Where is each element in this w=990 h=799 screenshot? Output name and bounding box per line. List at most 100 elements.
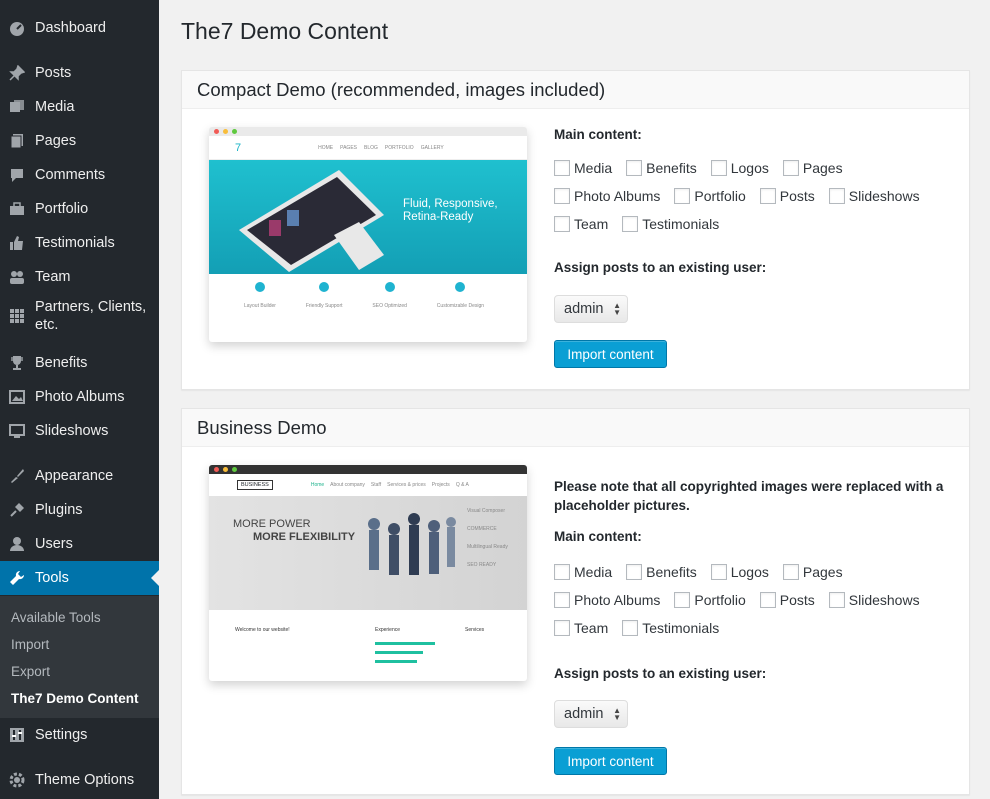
copyright-note: Please note that all copyrighted images … <box>554 479 944 513</box>
checkbox-team[interactable]: Team <box>554 614 608 642</box>
checkbox-posts[interactable]: Posts <box>759 586 815 614</box>
checkbox-pages[interactable]: Pages <box>782 154 843 182</box>
trophy-icon <box>8 354 26 372</box>
sidebar-item-media[interactable]: Media <box>0 90 159 124</box>
browser-bar <box>209 465 527 474</box>
sidebar-item-slideshows[interactable]: Slideshows <box>0 414 159 448</box>
checkbox-slideshows[interactable]: Slideshows <box>828 182 920 210</box>
sidebar-item-label: Plugins <box>35 502 83 518</box>
sidebar-item-testimonials[interactable]: Testimonials <box>0 226 159 260</box>
preview-hero: Fluid, Responsive, Retina-Ready <box>209 160 527 274</box>
sidebar-item-label: Posts <box>35 65 72 81</box>
checkbox-pages[interactable]: Pages <box>782 558 843 586</box>
briefcase-icon <box>8 200 26 218</box>
checkbox-testimonials[interactable]: Testimonials <box>622 210 719 238</box>
sidebar-item-label: Portfolio <box>35 201 89 217</box>
checkbox-team[interactable]: Team <box>554 210 608 238</box>
badge-seo: SEO READY <box>467 562 497 568</box>
user-select[interactable]: admin ▲ ▼ <box>554 295 628 323</box>
preview-logo: BUSINESS <box>237 480 273 490</box>
badge-multilingual: Multilingual Ready <box>467 544 508 550</box>
checkbox-media[interactable]: Media <box>554 558 612 586</box>
sidebar-item-comments[interactable]: Comments <box>0 158 159 192</box>
hero-line-2: Retina-Ready <box>403 211 474 223</box>
preview-nav-item: About company <box>330 482 365 488</box>
media-icon <box>8 98 26 116</box>
feature-item: Layout Builder <box>244 282 276 312</box>
checkbox-slideshows[interactable]: Slideshows <box>828 586 920 614</box>
sidebar-item-label: Comments <box>35 167 106 183</box>
sidebar-item-portfolio[interactable]: Portfolio <box>0 192 159 226</box>
pages-icon <box>8 132 26 150</box>
submenu-export[interactable]: Export <box>0 658 159 685</box>
panel-title: Business Demo <box>182 409 969 447</box>
business-demo-preview: BUSINESS Home About company Staff Servic… <box>209 465 527 681</box>
select-arrows-icon: ▲ ▼ <box>613 301 621 317</box>
checkbox-benefits[interactable]: Benefits <box>626 558 697 586</box>
sidebar-item-label: Settings <box>35 727 88 743</box>
hero-line-1: MORE POWER <box>233 518 311 530</box>
user-select-value: admin <box>564 706 604 722</box>
sidebar-item-partners[interactable]: Partners, Clients, etc. <box>0 294 159 336</box>
import-content-button[interactable]: Import content <box>554 340 667 368</box>
hero-line-2: MORE FLEXIBILITY <box>253 531 356 543</box>
feature-item: SEO Optimized <box>372 282 407 312</box>
minimize-dot-icon <box>223 467 228 472</box>
sidebar-item-plugins[interactable]: Plugins <box>0 493 159 527</box>
dashboard-icon <box>8 19 26 37</box>
checkbox-testimonials[interactable]: Testimonials <box>622 614 719 642</box>
sidebar-item-posts[interactable]: Posts <box>0 56 159 90</box>
sidebar-item-benefits[interactable]: Benefits <box>0 346 159 380</box>
content-checkboxes: Media Benefits Logos Pages Photo Albums … <box>554 154 954 238</box>
assign-user-label: Assign posts to an existing user: <box>554 666 767 681</box>
checkbox-posts[interactable]: Posts <box>759 182 815 210</box>
sidebar-item-tools[interactable]: Tools <box>0 561 159 595</box>
preview-col-experience: Experience <box>375 618 435 663</box>
preview-nav-item: PAGES <box>340 144 357 151</box>
submenu-available-tools[interactable]: Available Tools <box>0 604 159 631</box>
checkbox-logos[interactable]: Logos <box>710 558 769 586</box>
preview-columns: Welcome to our website! Experience Servi… <box>209 610 527 663</box>
checkbox-photo-albums[interactable]: Photo Albums <box>554 586 660 614</box>
preview-nav: BUSINESS Home About company Staff Servic… <box>209 474 527 496</box>
sidebar-item-label: Users <box>35 536 73 552</box>
sidebar-item-theme-options[interactable]: Theme Options <box>0 763 159 797</box>
main-content-label: Main content: <box>554 127 642 142</box>
feature-item: Friendly Support <box>306 282 343 312</box>
submenu-import[interactable]: Import <box>0 631 159 658</box>
sidebar-item-photo-albums[interactable]: Photo Albums <box>0 380 159 414</box>
badge-commerce: COMMERCE <box>467 526 497 532</box>
minimize-dot-icon <box>223 129 228 134</box>
sidebar-item-team[interactable]: Team <box>0 260 159 294</box>
sidebar-item-users[interactable]: Users <box>0 527 159 561</box>
checkbox-portfolio[interactable]: Portfolio <box>674 586 746 614</box>
select-arrows-icon: ▲ ▼ <box>613 706 621 722</box>
sidebar-item-label: Pages <box>35 133 77 149</box>
sidebar-item-label: Slideshows <box>35 423 109 439</box>
content-checkboxes: Media Benefits Logos Pages Photo Albums … <box>554 558 954 642</box>
preview-nav-item: Q & A <box>455 482 469 488</box>
import-content-button[interactable]: Import content <box>554 747 667 775</box>
submenu-the7-demo-content[interactable]: The7 Demo Content <box>0 685 159 712</box>
user-select[interactable]: admin ▲ ▼ <box>554 700 628 728</box>
sidebar-item-pages[interactable]: Pages <box>0 124 159 158</box>
close-dot-icon <box>214 467 219 472</box>
badge-visual-composer: Visual Composer <box>467 508 505 514</box>
checkbox-photo-albums[interactable]: Photo Albums <box>554 182 660 210</box>
preview-badges: Visual Composer COMMERCE Multilingual Re… <box>467 508 508 568</box>
business-settings: Please note that all copyrighted images … <box>554 477 954 775</box>
checkbox-logos[interactable]: Logos <box>710 154 769 182</box>
checkbox-media[interactable]: Media <box>554 154 612 182</box>
sidebar-item-label: Partners, Clients, etc. <box>35 299 147 333</box>
checkbox-benefits[interactable]: Benefits <box>626 154 697 182</box>
sidebar-item-dashboard[interactable]: Dashboard <box>0 11 159 45</box>
preview-col-services: Services <box>465 627 485 633</box>
sidebar-item-settings[interactable]: Settings <box>0 718 159 752</box>
preview-nav-item: PORTFOLIO <box>384 144 414 151</box>
sidebar-item-appearance[interactable]: Appearance <box>0 459 159 493</box>
tools-submenu: Available Tools Import Export The7 Demo … <box>0 596 159 718</box>
hero-line-1: Fluid, Responsive, <box>403 198 498 210</box>
compact-settings: Main content: Media Benefits Logos Pages… <box>554 127 954 368</box>
checkbox-portfolio[interactable]: Portfolio <box>674 182 746 210</box>
preview-col-welcome: Welcome to our website! <box>235 627 290 633</box>
